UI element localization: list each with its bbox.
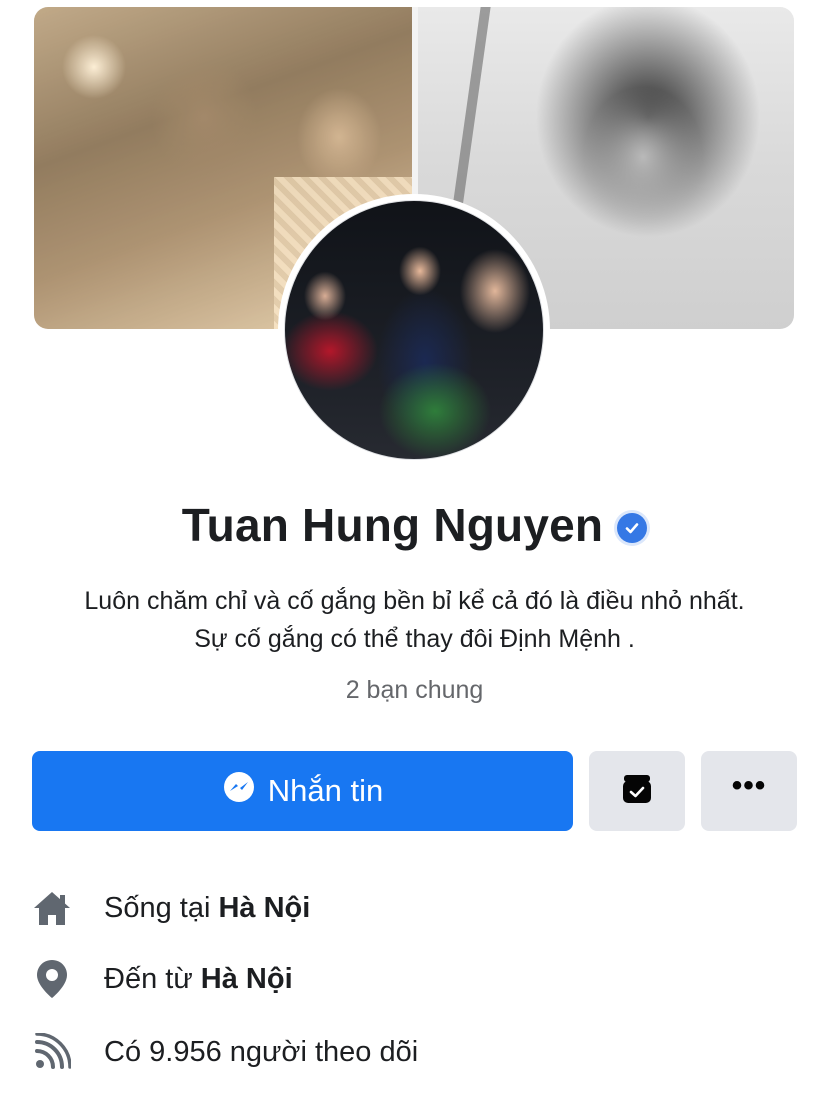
save-button[interactable] [589, 751, 685, 831]
home-icon [30, 886, 74, 930]
verified-badge-icon [617, 513, 648, 543]
more-icon: ••• [731, 769, 767, 802]
info-lives-in[interactable]: Sống tại Hà Nội [30, 884, 810, 932]
bio-line-2: Sự cố gắng có thể thay đôi Định Mệnh . [194, 625, 635, 653]
message-button[interactable]: Nhắn tin [32, 751, 573, 831]
info-followers-text: Có 9.956 người theo dõi [104, 1035, 419, 1068]
more-options-button[interactable]: ••• [701, 751, 797, 831]
info-from-text: Đến từ Hà Nội [104, 962, 293, 995]
profile-name: Tuan Hung Nguyen [181, 499, 604, 551]
messenger-icon [222, 770, 256, 812]
avatar-image [284, 200, 544, 460]
rss-followers-icon [30, 1030, 74, 1074]
profile-bio: Luôn chăm chỉ và cố gắng bền bỉ kể cả đó… [0, 582, 829, 658]
location-pin-icon [30, 957, 74, 1001]
mutual-friends[interactable]: 2 bạn chung [0, 676, 829, 705]
name-row: Tuan Hung Nguyen [0, 495, 829, 555]
lives-in-place[interactable]: Hà Nội [218, 892, 310, 924]
info-from[interactable]: Đến từ Hà Nội [30, 955, 810, 1003]
from-place[interactable]: Hà Nội [201, 963, 293, 995]
profile-avatar[interactable] [278, 194, 550, 466]
info-followers[interactable]: Có 9.956 người theo dõi [30, 1028, 810, 1076]
bio-line-1: Luôn chăm chỉ và cố gắng bền bỉ kể cả đó… [84, 587, 745, 615]
message-button-label: Nhắn tin [267, 773, 384, 808]
info-lives-in-text: Sống tại Hà Nội [104, 891, 311, 924]
profile-page: Tuan Hung Nguyen Luôn chăm chỉ và cố gắn… [0, 0, 829, 1097]
save-icon [620, 772, 654, 811]
